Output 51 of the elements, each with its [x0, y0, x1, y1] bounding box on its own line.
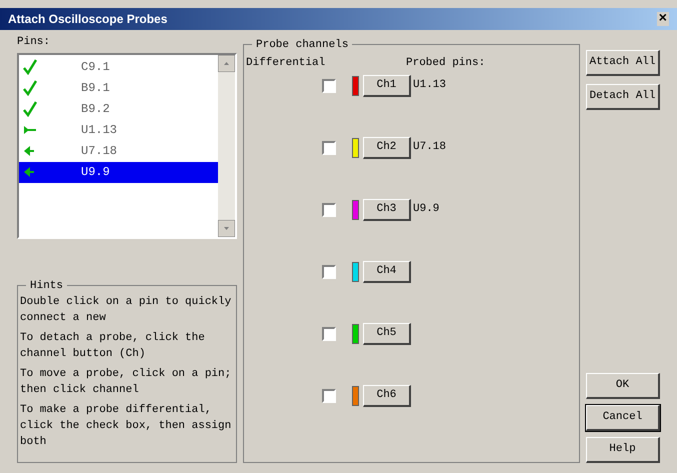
pin-item[interactable]: B9.1: [19, 78, 218, 98]
pin-name: B9.1: [81, 80, 110, 97]
probed-pin: U9.9: [413, 202, 440, 218]
pin-name: B9.2: [81, 101, 110, 118]
dialog-button[interactable]: OK: [586, 373, 660, 399]
channel-button[interactable]: Ch6: [363, 384, 411, 406]
pin-name: C9.1: [81, 59, 110, 76]
differential-checkbox[interactable]: [322, 78, 336, 92]
differential-checkbox[interactable]: [322, 388, 336, 402]
differential-checkbox[interactable]: [322, 264, 336, 278]
probed-pin: U1.13: [413, 78, 446, 94]
scroll-down-icon[interactable]: [218, 220, 235, 236]
probed-pins-label: Probed pins:: [406, 56, 486, 71]
arrow-icon: [23, 146, 35, 156]
pin-name: U9.9: [81, 164, 110, 181]
differential-checkbox[interactable]: [322, 202, 336, 216]
arrow-icon: [23, 167, 35, 177]
detach-all-button[interactable]: Detach All: [586, 84, 660, 110]
scrollbar[interactable]: [218, 54, 235, 236]
hint-text: To detach a probe, click the channel button (Ch): [20, 331, 206, 362]
dialog-button[interactable]: Cancel: [586, 405, 660, 431]
pin-name: U7.18: [81, 143, 118, 160]
check-icon: [23, 80, 37, 96]
pin-item[interactable]: U9.9: [19, 162, 218, 182]
hint-text: To make a probe differential, click the check box, then assign both: [20, 403, 232, 450]
differential-label: Differential: [246, 56, 326, 71]
channel-button[interactable]: Ch5: [363, 322, 411, 344]
probed-pin: U7.18: [413, 140, 446, 156]
channel-button[interactable]: Ch1: [363, 74, 411, 96]
pin-item[interactable]: B9.2: [19, 98, 218, 120]
check-icon: [23, 59, 37, 75]
channel-button[interactable]: Ch3: [363, 198, 411, 220]
pin-item[interactable]: U1.13: [19, 120, 218, 140]
check-icon: [23, 101, 37, 117]
dialog-button[interactable]: Help: [586, 437, 660, 463]
pin-name: U1.13: [81, 122, 118, 139]
differential-checkbox[interactable]: [322, 140, 336, 154]
scroll-up-icon[interactable]: [218, 54, 235, 72]
differential-checkbox[interactable]: [322, 326, 336, 340]
pin-item[interactable]: U7.18: [19, 140, 218, 162]
pins-label: Pins:: [17, 35, 52, 50]
channel-button[interactable]: Ch4: [363, 260, 411, 282]
pins-list[interactable]: C9.1 B9.1 B9.2 U1.13 U7.18 U9.9: [17, 52, 237, 238]
close-button[interactable]: ×: [656, 12, 669, 26]
channel-button[interactable]: Ch2: [363, 136, 411, 158]
pin-item[interactable]: C9.1: [19, 56, 218, 78]
hint-text: Double click on a pin to quickly connect a new: [20, 295, 232, 326]
hint-text: To move a probe, click on a pin; then click channel: [20, 367, 232, 398]
probe-icon: [23, 125, 37, 135]
attach-all-button[interactable]: Attach All: [586, 50, 660, 76]
window-title: Attach Oscilloscope Probes: [8, 11, 168, 28]
